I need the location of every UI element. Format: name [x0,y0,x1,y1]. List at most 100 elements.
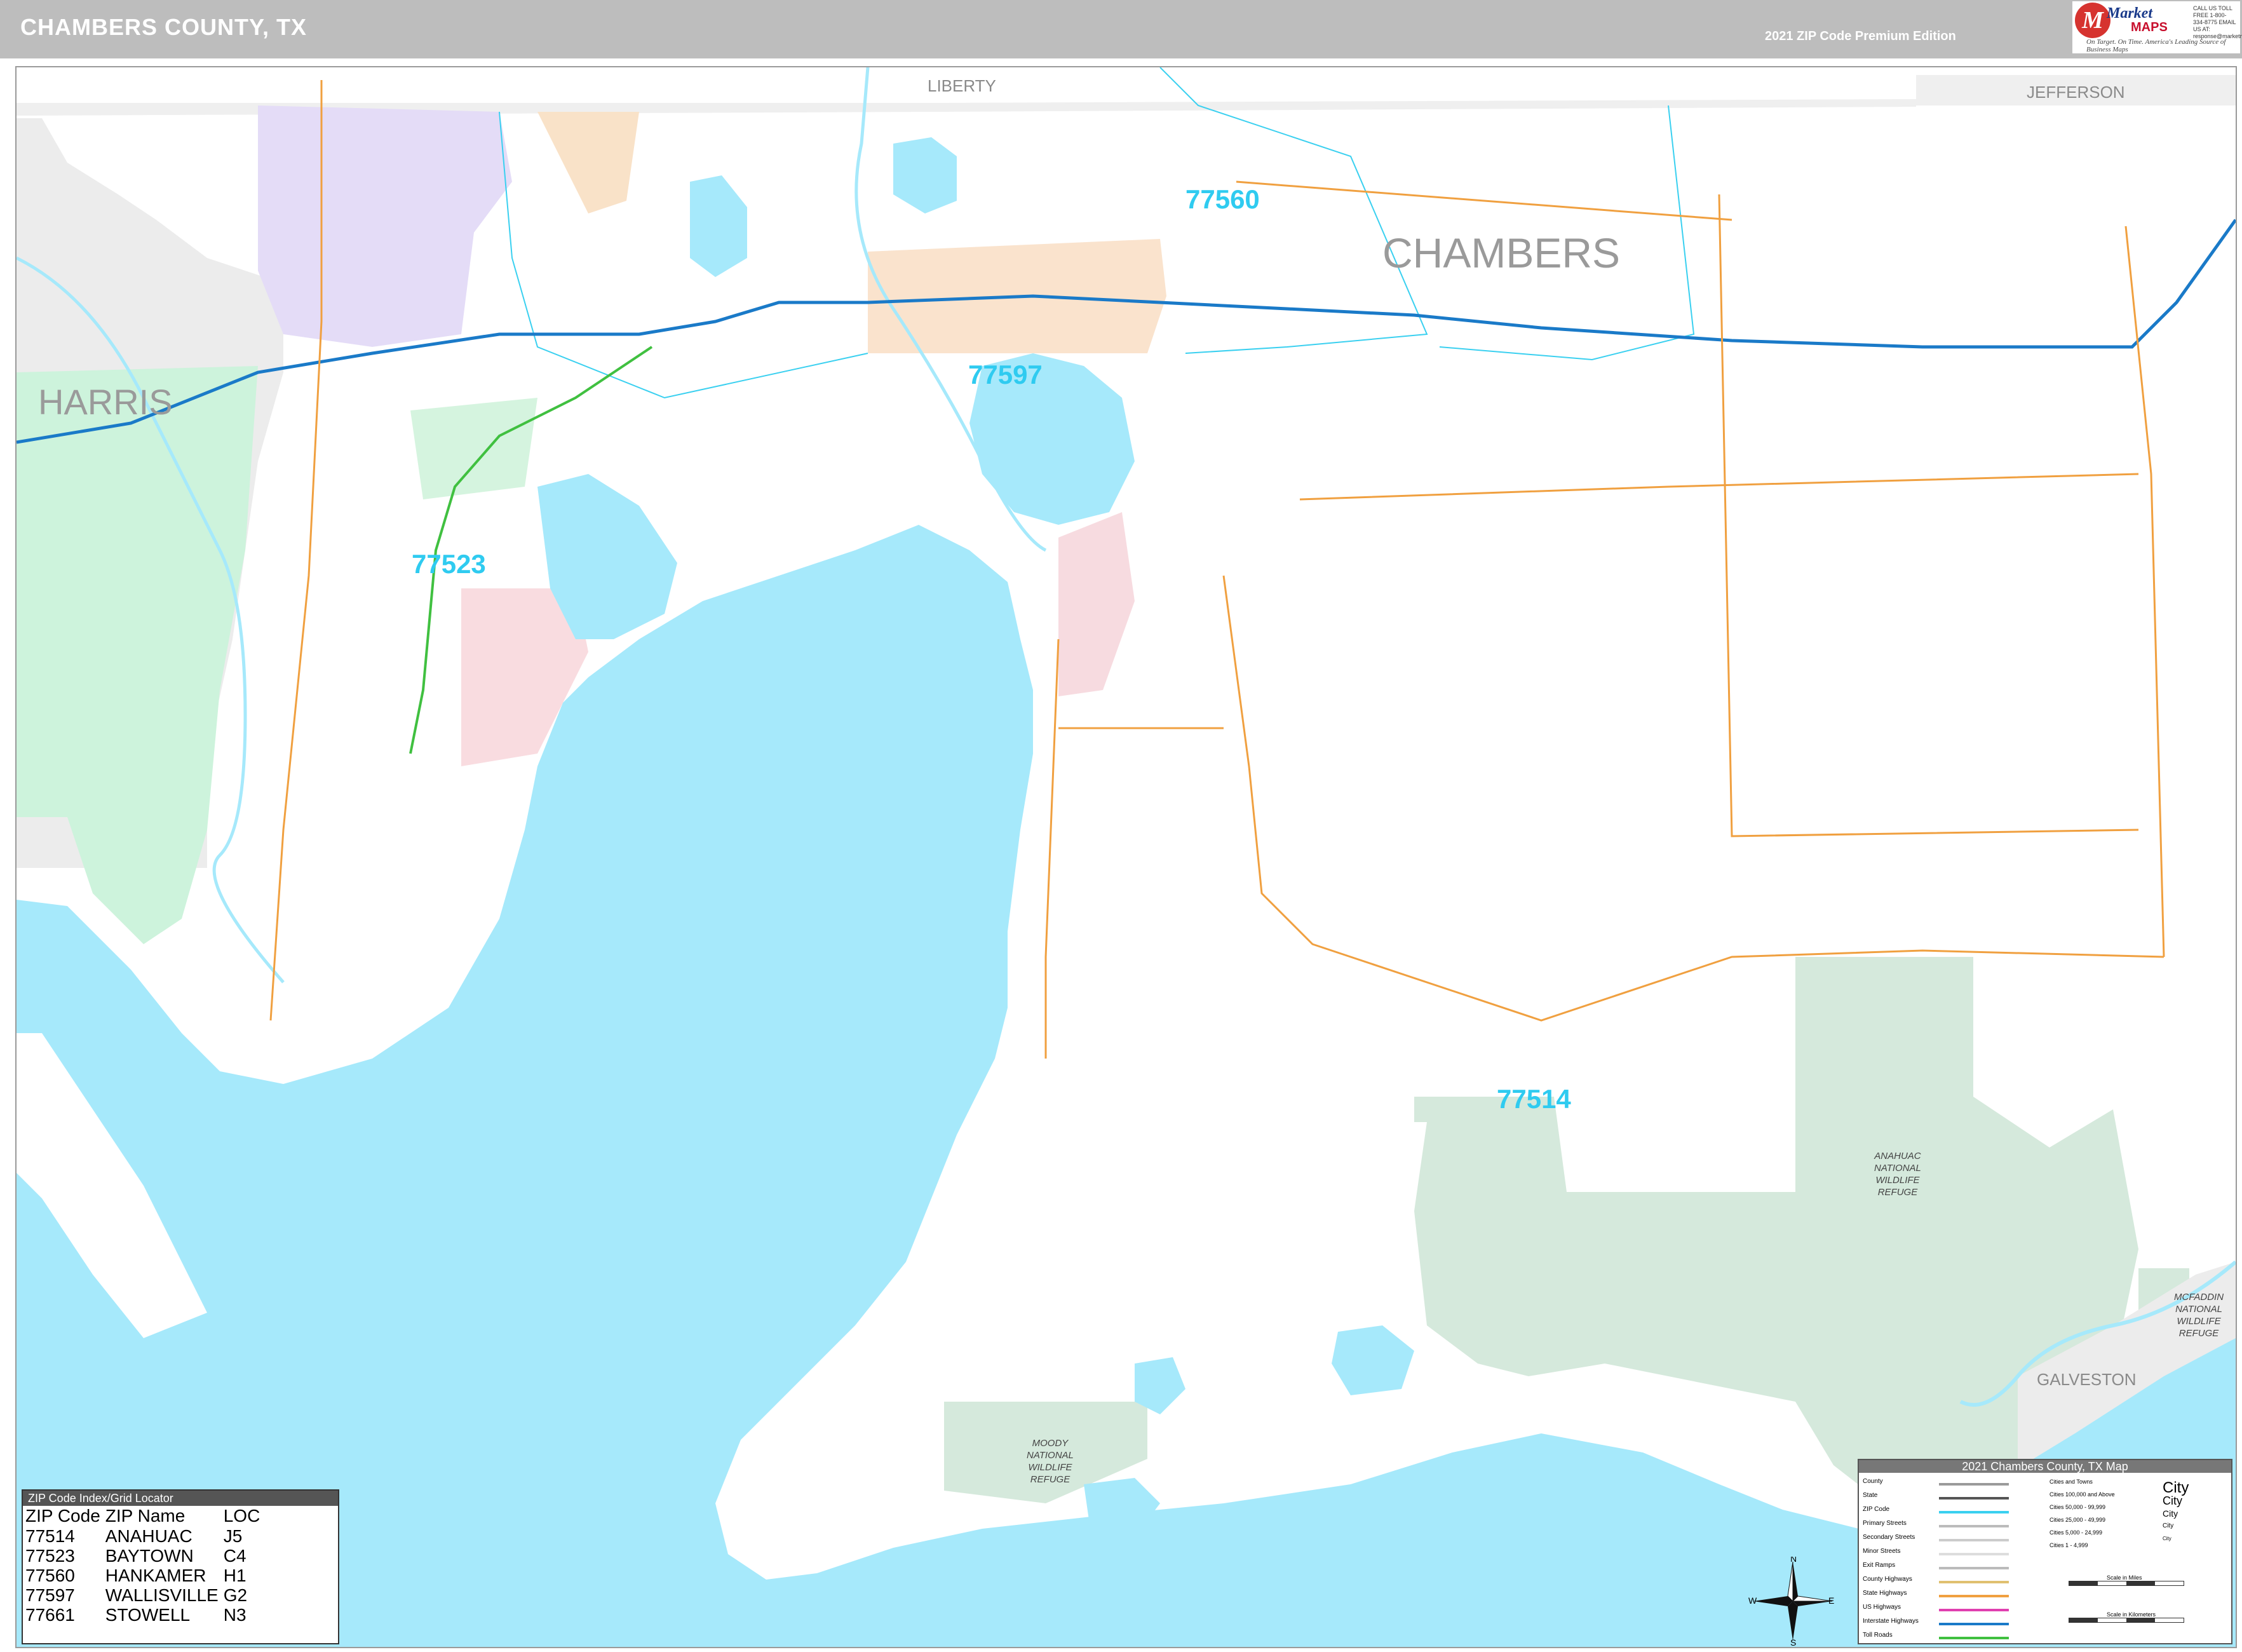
market-maps-logo[interactable]: M Market MAPS On Target. On Time. Americ… [2072,1,2242,53]
legend-city-samples: City City City City City [2163,1479,2189,1545]
legend-city-row: Cities 100,000 and Above [2050,1491,2115,1498]
scale-km-bar [2069,1618,2184,1623]
zip-name-cell: WALLISVILLE [105,1585,219,1605]
scale-km-label: Scale in Kilometers [2107,1611,2156,1618]
moody-refuge-label: MOODY NATIONAL WILDLIFE REFUGE [1027,1437,1074,1486]
mcfaddin-refuge-line-3: WILDLIFE [2177,1316,2221,1327]
compass-e: E [1828,1595,1834,1606]
legend-item: County Highways [1863,1576,2053,1590]
compass-n: N [1790,1557,1797,1564]
zip-label-77597: 77597 [968,360,1043,389]
city-sample-sm: City [2163,1522,2174,1529]
mcfaddin-refuge-line-2: NATIONAL [2175,1304,2222,1315]
harris-county-label: HARRIS [38,382,173,422]
mcfaddin-refuge-line-1: MCFADDIN [2174,1292,2224,1303]
zip-index-header-zip: ZIP Code [25,1506,100,1526]
zip-index-header-row: ZIP Code ZIP Name LOC [25,1506,265,1526]
zip-index-title: ZIP Code Index/Grid Locator [23,1491,338,1506]
legend-item: Exit Ramps [1863,1562,2053,1576]
zip-code-cell: 77661 [25,1605,75,1625]
zip-loc-cell: N3 [223,1605,246,1625]
legend-city-row: Cities 5,000 - 24,999 [2050,1529,2103,1536]
mcfaddin-refuge-line-4: REFUGE [2178,1328,2219,1339]
zip-index-header-name: ZIP Name [105,1506,186,1526]
map-title: CHAMBERS COUNTY, TX [20,14,307,40]
legend-item-label: US Highways [1863,1604,1901,1611]
compass-w: W [1748,1595,1757,1606]
anahuac-refuge-line-3: WILDLIFE [1875,1175,1920,1186]
moody-refuge-line-4: REFUGE [1030,1474,1070,1485]
zip-label-77514: 77514 [1497,1084,1571,1114]
legend-item: ZIP Code [1863,1506,2053,1520]
moody-refuge-line-2: NATIONAL [1027,1450,1074,1461]
zip-name-cell: HANKAMER [105,1566,206,1585]
legend-item-label: State [1863,1492,1878,1499]
legend-item-swatch [1939,1483,2009,1486]
anahuac-refuge-label: ANAHUAC NATIONAL WILDLIFE REFUGE [1874,1150,1921,1198]
liberty-county-label: LIBERTY [928,76,996,95]
logo-contact: CALL US TOLL FREE 1-800-334-8775 EMAIL U… [2193,5,2242,39]
legend-item-label: Secondary Streets [1863,1534,1915,1541]
legend-item-label: Interstate Highways [1863,1618,1919,1625]
map-canvas[interactable] [17,67,2236,1647]
anahuac-refuge-line-2: NATIONAL [1874,1163,1921,1174]
legend-city-row: Cities 25,000 - 49,999 [2050,1517,2106,1523]
logo-tagline-main: On Target. On Time. [2086,38,2144,46]
logo-tagline: On Target. On Time. America's Leading So… [2086,38,2240,53]
legend-item: Minor Streets [1863,1548,2053,1562]
logo-brand-maps: MAPS [2131,20,2168,34]
legend-item: Primary Streets [1863,1520,2053,1534]
chambers-county-label: CHAMBERS [1382,229,1621,276]
legend-item: Toll Roads [1863,1632,2053,1646]
legend-item: State Highways [1863,1590,2053,1604]
jefferson-county-label: JEFFERSON [2027,83,2125,102]
legend-item-swatch [1939,1623,2009,1625]
moody-refuge-line-1: MOODY [1032,1438,1069,1449]
compass-rose-icon: N S E W [1748,1557,1834,1646]
legend-item-swatch [1939,1609,2009,1611]
legend-item: Interstate Highways [1863,1618,2053,1632]
zip-name-cell: STOWELL [105,1605,191,1625]
city-sample-md: City [2163,1508,2178,1519]
table-row: 77560 HANKAMER H1 [25,1566,265,1585]
legend-item-label: County [1863,1478,1883,1485]
legend-item-swatch [1939,1525,2009,1527]
legend-item: County [1863,1478,2053,1492]
logo-m-icon: M [2075,3,2110,38]
table-row: 77597 WALLISVILLE G2 [25,1585,265,1605]
legend-item-swatch [1939,1553,2009,1555]
zip-code-cell: 77514 [25,1526,75,1546]
table-row: 77514 ANAHUAC J5 [25,1526,265,1546]
city-sample-xl: City [2163,1479,2189,1496]
zip-label-77560: 77560 [1185,184,1260,214]
map-legend: 2021 Chambers County, TX Map County State… [1858,1459,2232,1644]
legend-line-items: County State ZIP Code Primary Streets Second… [1863,1478,2053,1646]
legend-item-label: Minor Streets [1863,1548,1901,1555]
scale-miles-label: Scale in Miles [2107,1574,2142,1581]
zip-loc-cell: J5 [223,1526,243,1546]
legend-item-label: Exit Ramps [1863,1562,1896,1569]
compass-s: S [1790,1637,1796,1646]
zip-label-77523: 77523 [412,549,486,579]
legend-item: US Highways [1863,1604,2053,1618]
park-area-west [410,398,537,499]
zip-code-cell: 77597 [25,1585,75,1605]
legend-scales: Scale in Miles Scale in Kilometers [2069,1574,2184,1623]
zip-name-cell: BAYTOWN [105,1546,194,1566]
galveston-county-label: GALVESTON [2037,1370,2137,1389]
zip-loc-cell: C4 [223,1546,246,1566]
zip-name-cell: ANAHUAC [105,1526,192,1546]
edition-label: 2021 ZIP Code Premium Edition [1765,29,1956,43]
scale-miles-bar [2069,1581,2184,1586]
legend-item-swatch [1939,1581,2009,1583]
legend-item-label: State Highways [1863,1590,1907,1597]
legend-item-swatch [1939,1567,2009,1569]
legend-city-header: Cities and Towns [2050,1479,2093,1485]
legend-item-label: ZIP Code [1863,1506,1890,1513]
zip-loc-cell: G2 [223,1585,248,1605]
legend-item-label: County Highways [1863,1576,1912,1583]
legend-item: State [1863,1492,2053,1506]
anahuac-refuge-line-4: REFUGE [1877,1187,1918,1198]
legend-item: Secondary Streets [1863,1534,2053,1548]
city-sample-lg: City [2163,1494,2182,1507]
